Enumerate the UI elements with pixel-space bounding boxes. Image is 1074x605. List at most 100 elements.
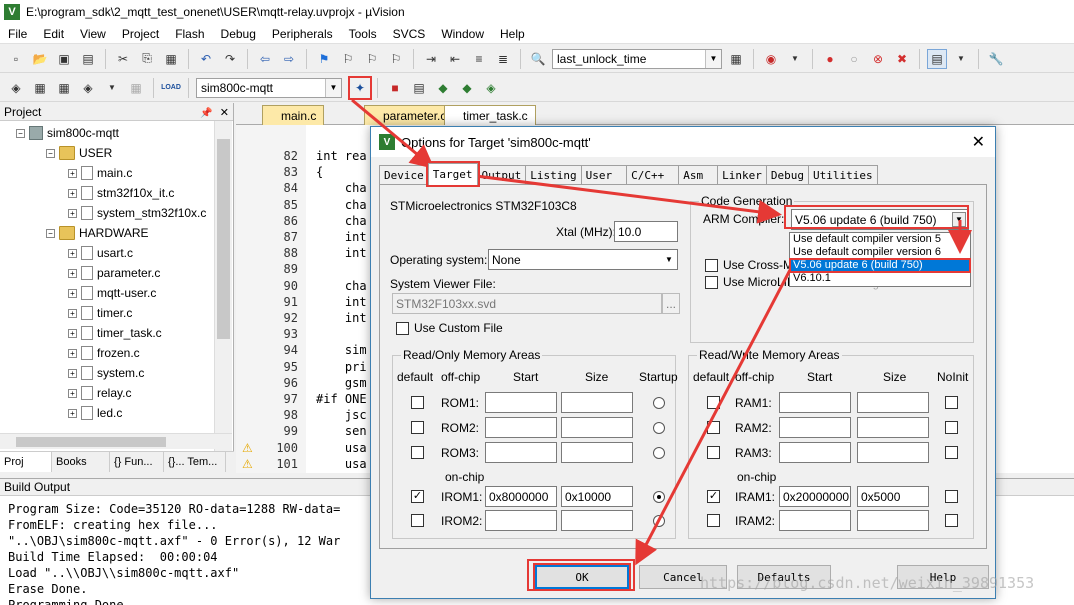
startup-radio[interactable] [653,491,665,503]
noinit-checkbox[interactable] [945,396,958,409]
memory-size-input[interactable]: 0x10000 [561,486,633,507]
expand-icon[interactable]: + [68,168,77,178]
menu-debug[interactable]: Debug [213,27,264,41]
tab-timer-task-c[interactable]: timer_task.c [444,105,536,125]
memory-default-checkbox[interactable]: ✓ [707,490,720,503]
memory-default-checkbox[interactable] [707,421,720,434]
code-line[interactable]: usa [316,457,367,471]
clear-bookmarks-icon[interactable]: ⚐ [386,49,406,69]
memory-start-input[interactable]: 0x20000000 [779,486,851,507]
code-line[interactable]: sim [316,343,367,357]
memory-size-input[interactable] [857,417,929,438]
scrollbar-thumb[interactable] [16,437,166,447]
menu-help[interactable]: Help [492,27,533,41]
memory-default-checkbox[interactable] [707,514,720,527]
project-vertical-scrollbar[interactable] [214,121,232,451]
expand-icon[interactable]: + [68,348,77,358]
code-line[interactable]: { [316,165,323,179]
svd-input[interactable]: STM32F103xx.svd [392,293,662,314]
select-packs-icon[interactable]: ◆ [457,78,477,98]
noinit-checkbox[interactable] [945,514,958,527]
unindent-icon[interactable]: ⇤ [445,49,465,69]
tab-listing[interactable]: Listing [525,165,582,185]
dropdown-arrow-icon[interactable]: ▼ [102,78,122,98]
chevron-down-icon[interactable]: ▼ [952,212,966,227]
compiler-option[interactable]: Use default compiler version 6 [790,246,970,259]
tab-project[interactable]: Proj [0,452,52,472]
memory-start-input[interactable] [779,417,851,438]
breakpoint-kill-all-icon[interactable]: ✖ [892,49,912,69]
memory-default-checkbox[interactable] [411,446,424,459]
rebuild-icon[interactable]: ▦ [54,78,74,98]
tab-device[interactable]: Device [379,165,429,185]
save-icon[interactable]: ▣ [54,49,74,69]
compiler-option[interactable]: Use default compiler version 5 [790,233,970,246]
tree-file[interactable]: + timer.c [68,303,132,323]
tree-file[interactable]: + mqtt-user.c [68,283,156,303]
memory-size-input[interactable] [561,417,633,438]
cut-icon[interactable]: ✂ [113,49,133,69]
menu-peripherals[interactable]: Peripherals [264,27,341,41]
tab-user[interactable]: User [580,165,628,185]
memory-size-input[interactable] [857,510,929,531]
microlib-checkbox[interactable] [705,276,718,289]
menu-window[interactable]: Window [433,27,492,41]
xtal-input[interactable]: 10.0 [614,221,678,242]
code-line[interactable]: int rea [316,149,367,163]
expand-icon[interactable]: + [68,308,77,318]
memory-start-input[interactable] [779,442,851,463]
copy-icon[interactable]: ⎘ [137,49,157,69]
memory-size-input[interactable] [561,510,633,531]
find-combo[interactable]: last_unlock_time ▼ [552,48,722,69]
tab-books[interactable]: Books [52,452,110,472]
memory-start-input[interactable] [779,392,851,413]
bookmark-icon[interactable]: ⚑ [314,49,334,69]
startup-radio[interactable] [653,397,665,409]
menu-view[interactable]: View [72,27,114,41]
dropdown-arrow-icon[interactable]: ▼ [951,49,971,69]
indent-icon[interactable]: ⇥ [421,49,441,69]
expand-icon[interactable]: + [68,248,77,258]
memory-default-checkbox[interactable] [707,396,720,409]
paste-icon[interactable]: ▦ [161,49,181,69]
cross-module-checkbox[interactable] [705,259,718,272]
prev-bookmark-icon[interactable]: ⚐ [338,49,358,69]
save-all-icon[interactable]: ▤ [78,49,98,69]
memory-start-input[interactable] [485,510,557,531]
tab-c-cpp[interactable]: C/C++ [626,165,680,185]
compiler-select[interactable]: V5.06 update 6 (build 750) ▼ [791,209,969,230]
memory-default-checkbox[interactable] [411,514,424,527]
menu-edit[interactable]: Edit [35,27,72,41]
close-icon[interactable]: ✕ [972,132,985,152]
stop-build-icon[interactable]: ▦ [126,78,146,98]
new-file-icon[interactable]: ▫ [6,49,26,69]
window-layout-icon[interactable]: ▤ [927,48,947,69]
memory-start-input[interactable] [779,510,851,531]
breakpoint-disable-all-icon[interactable]: ⊗ [868,49,888,69]
expand-icon[interactable]: + [68,208,77,218]
memory-size-input[interactable] [857,442,929,463]
expand-icon[interactable]: + [68,188,77,198]
memory-default-checkbox[interactable] [707,446,720,459]
memory-start-input[interactable]: 0x8000000 [485,486,557,507]
file-extensions-icon[interactable]: ▤ [409,78,429,98]
tree-file[interactable]: + system.c [68,363,144,383]
tree-file[interactable]: + frozen.c [68,343,140,363]
code-line[interactable]: sen [316,424,367,438]
code-line[interactable]: int [316,230,367,244]
tree-root[interactable]: − sim800c-mqtt [16,123,119,143]
tab-functions[interactable]: {} Fun... [110,452,164,472]
find-in-files-icon[interactable]: 🔍 [528,49,548,69]
expand-icon[interactable]: + [68,328,77,338]
tab-templates[interactable]: {}... Tem... [164,452,226,472]
code-line[interactable]: int [316,246,367,260]
tab-output[interactable]: Output [476,165,527,185]
tab-asm[interactable]: Asm [678,165,719,185]
memory-default-checkbox[interactable] [411,396,424,409]
code-line[interactable]: jsc [316,408,367,422]
startup-radio[interactable] [653,515,665,527]
code-line[interactable]: #if ONE [316,392,367,406]
memory-start-input[interactable] [485,417,557,438]
tab-main-c[interactable]: main.c [262,105,324,125]
tab-utilities[interactable]: Utilities [807,165,878,185]
